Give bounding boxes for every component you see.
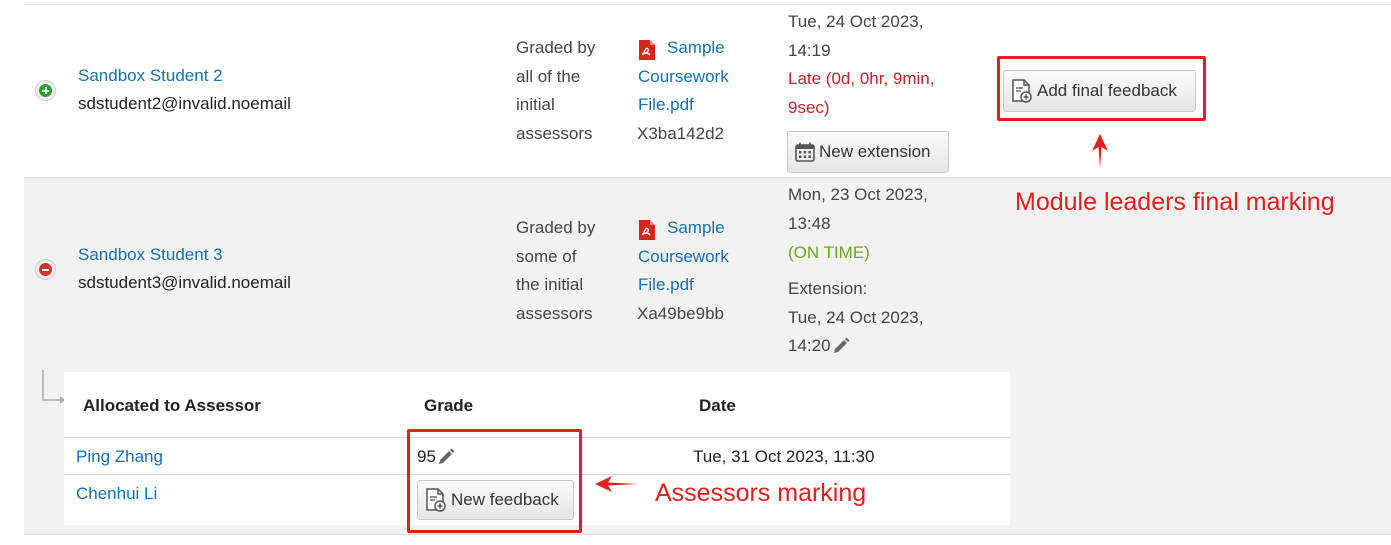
expand-plus-icon[interactable]	[35, 80, 56, 101]
file-name-part[interactable]: Sample	[638, 214, 729, 243]
extension-label: Extension:	[788, 279, 868, 298]
submission-time-line: 13:48	[788, 213, 831, 233]
column-header-date: Date	[699, 396, 736, 415]
up-arrow-annotation-icon	[1092, 134, 1108, 168]
left-arrow-annotation-icon	[595, 476, 639, 492]
file-name-part[interactable]: File.pdf	[638, 91, 729, 120]
submission-date-line: Mon, 23 Oct 2023,	[788, 185, 928, 204]
final-marking-annotation: Module leaders final marking	[1015, 188, 1335, 216]
assessor-name-link[interactable]: Ping Zhang	[76, 447, 163, 467]
on-time-status: (ON TIME)	[788, 243, 870, 262]
add-feedback-icon	[1012, 79, 1032, 103]
student-email: sdstudent3@invalid.noemail	[78, 273, 291, 292]
file-name-part[interactable]: File.pdf	[638, 271, 729, 300]
extension-info: Extension: Tue, 24 Oct 2023, 14:20	[788, 275, 923, 361]
add-final-feedback-button[interactable]: Add final feedback	[1003, 70, 1196, 112]
marking-status: Graded by all of the initial assessors	[516, 34, 595, 148]
status-line: the initial	[516, 275, 584, 294]
new-extension-label: New extension	[819, 142, 931, 161]
new-extension-button[interactable]: New extension	[787, 131, 949, 173]
grade-date: Tue, 31 Oct 2023, 11:30	[693, 447, 875, 466]
file-identifier: Xa49be9bb	[637, 304, 724, 323]
status-line: assessors	[516, 123, 593, 143]
submission-date-line: Tue, 24 Oct 2023,	[788, 12, 924, 31]
submission-file-link[interactable]: Sample Coursework File.pdf	[638, 214, 729, 300]
edit-pencil-icon[interactable]	[831, 336, 851, 356]
status-line: initial	[516, 95, 555, 114]
late-status: Late (0d, 0hr, 9min, 9sec)	[788, 65, 934, 122]
new-feedback-label: New feedback	[451, 490, 559, 509]
column-header-assessor: Allocated to Assessor	[83, 396, 261, 415]
student-name-link[interactable]: Sandbox Student 3	[78, 245, 223, 265]
student-email: sdstudent2@invalid.noemail	[78, 94, 291, 113]
file-name-part[interactable]: Coursework	[638, 63, 729, 92]
file-name-part[interactable]: Sample	[638, 34, 729, 63]
submission-time-line: 14:19	[788, 40, 831, 60]
child-row-connector-icon	[42, 370, 65, 404]
submission-date: Tue, 24 Oct 2023, 14:19	[788, 8, 923, 65]
column-header-grade: Grade	[424, 396, 474, 415]
extension-date-line: Tue, 24 Oct 2023,	[788, 307, 924, 327]
assessor-marking-annotation: Assessors marking	[655, 479, 867, 507]
status-line: some of	[516, 246, 577, 266]
late-status-line: Late (0d, 0hr, 9min,	[788, 69, 935, 88]
status-line: assessors	[516, 303, 593, 323]
new-feedback-button[interactable]: New feedback	[417, 480, 574, 520]
collapse-minus-icon[interactable]	[35, 259, 56, 280]
add-feedback-icon	[426, 488, 446, 512]
row-divider	[24, 4, 1391, 5]
submission-file-link[interactable]: Sample Coursework File.pdf	[638, 34, 729, 120]
marking-status: Graded by some of the initial assessors	[516, 214, 595, 328]
file-identifier: X3ba142d2	[637, 124, 724, 143]
student-name-link[interactable]: Sandbox Student 2	[78, 66, 223, 86]
add-final-feedback-label: Add final feedback	[1037, 81, 1177, 100]
submission-date: Mon, 23 Oct 2023, 13:48	[788, 181, 928, 238]
extension-time-line: 14:20	[788, 336, 831, 355]
status-line: all of the	[516, 66, 581, 86]
calendar-icon	[795, 142, 815, 162]
late-status-line: 9sec)	[788, 97, 830, 117]
status-line: Graded by	[516, 38, 596, 57]
file-name-part[interactable]: Coursework	[638, 243, 729, 272]
assessor-name-link[interactable]: Chenhui Li	[76, 484, 157, 504]
status-line: Graded by	[516, 218, 596, 237]
